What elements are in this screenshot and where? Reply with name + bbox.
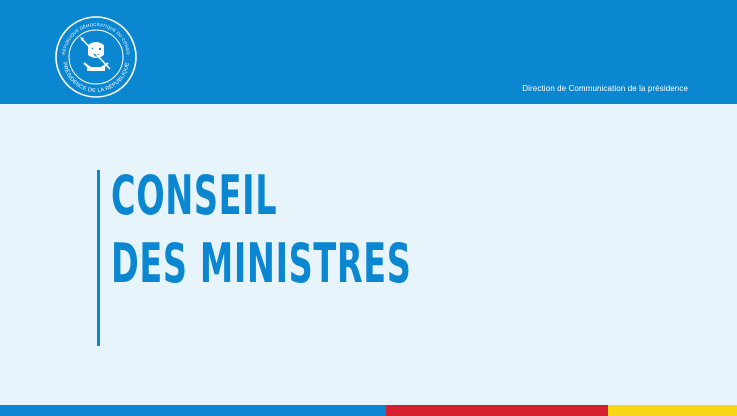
flag-stripe-blue	[0, 405, 386, 416]
credit-text: Direction de Communication de la préside…	[522, 84, 688, 93]
header-bar: RÉPUBLIQUE DÉMOCRATIQUE DU CONGO PRÉSIDE…	[0, 0, 737, 104]
flag-stripe-red	[386, 405, 608, 416]
flag-stripe-yellow	[608, 405, 737, 416]
title-accent-line	[97, 170, 100, 346]
title-line-1: CONSEIL	[111, 164, 278, 227]
page-title: CONSEIL DES MINISTRES	[111, 162, 411, 298]
title-line-2: DES MINISTRES	[111, 232, 412, 295]
presidential-seal-logo: RÉPUBLIQUE DÉMOCRATIQUE DU CONGO PRÉSIDE…	[55, 16, 137, 98]
flag-stripe	[0, 405, 737, 416]
